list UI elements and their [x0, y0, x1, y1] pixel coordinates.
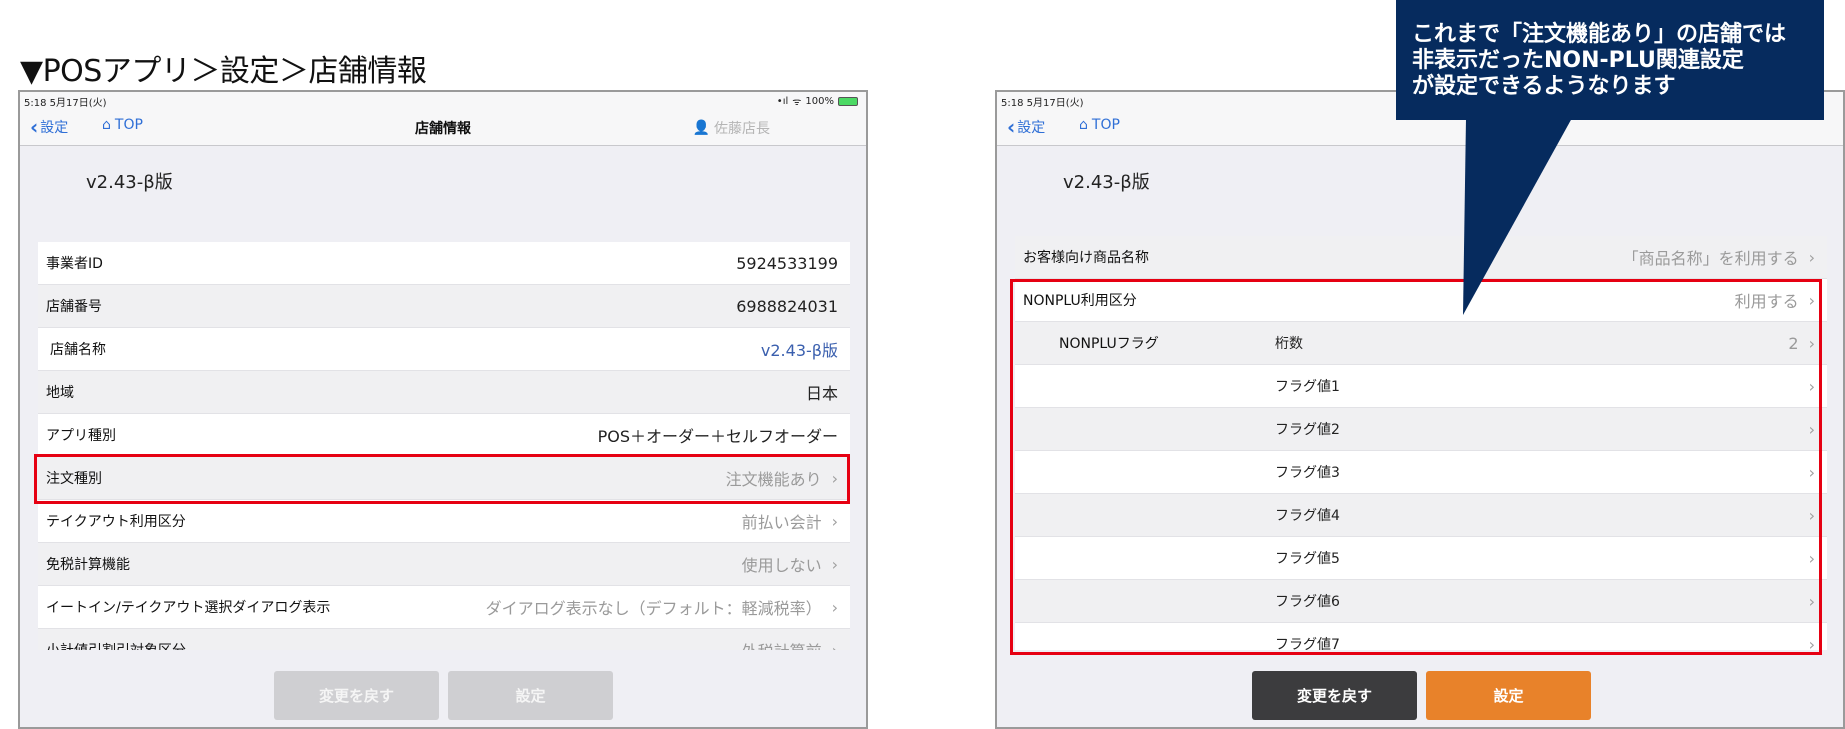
row-value: 注文機能あり: [725, 470, 822, 489]
list-row-flag-value[interactable]: フラグ値1 ›: [1015, 365, 1827, 408]
chevron-right-icon: ›: [1808, 376, 1815, 396]
row-label: 免税計算機能: [46, 557, 130, 573]
version-label: v2.43-β版: [1063, 172, 1150, 193]
callout-line-3: が設定できるようなります: [1412, 74, 1676, 99]
row-value: POS＋オーダー＋セルフオーダー: [597, 427, 838, 446]
row-label: NONPLUフラグ: [1059, 336, 1159, 352]
chevron-right-icon: ›: [1808, 634, 1815, 651]
row-sub-label: 桁数: [1275, 336, 1303, 352]
chevron-right-icon: ›: [1808, 462, 1815, 482]
list-row-dialog-display[interactable]: イートイン/テイクアウト選択ダイアログ表示 ダイアログ表示なし（デフォルト：軽減…: [38, 586, 850, 629]
chevron-left-icon: ‹: [1007, 115, 1016, 139]
row-value: 6988824031: [736, 296, 838, 316]
row-label: フラグ値3: [1275, 465, 1340, 481]
battery-icon: [838, 96, 858, 106]
chevron-right-icon: ›: [831, 640, 838, 651]
row-label: 小計値引割引対象区分: [46, 640, 186, 650]
left-device-screen: 5:18 5月17日(火) •ıl ᯤ 100% ‹ 設定 ⌂ TOP 店舗情報…: [18, 90, 868, 729]
list-row-flag-value[interactable]: フラグ値6 ›: [1015, 580, 1827, 623]
list-row-flag-value[interactable]: フラグ値2 ›: [1015, 408, 1827, 451]
row-label: フラグ値7: [1275, 637, 1340, 650]
list-row-app-type: アプリ種別 POS＋オーダー＋セルフオーダー: [38, 414, 850, 457]
battery-percent: 100%: [805, 95, 834, 107]
chevron-right-icon: ›: [1808, 290, 1815, 310]
list-row-nonplu-flag[interactable]: NONPLUフラグ 桁数 2 ›: [1015, 322, 1827, 365]
list-row-order-type[interactable]: 注文種別 注文機能あり ›: [38, 457, 850, 500]
home-icon: ⌂: [1079, 117, 1088, 133]
row-label: お客様向け商品名称: [1023, 250, 1149, 266]
row-value: 「商品名称」を利用する: [1622, 249, 1799, 268]
chevron-right-icon: ›: [831, 597, 838, 617]
status-time: 5:18 5月17日(火): [24, 98, 107, 109]
row-label: アプリ種別: [46, 428, 116, 444]
chevron-right-icon: ›: [1808, 505, 1815, 525]
top-button[interactable]: ⌂ TOP: [1079, 117, 1120, 133]
callout-line-1: これまで「注文機能あり」の店舗では: [1412, 22, 1787, 47]
list-row-flag-value[interactable]: フラグ値5 ›: [1015, 537, 1827, 580]
user-name: 佐藤店長: [714, 121, 770, 137]
row-value: 2: [1788, 333, 1799, 353]
list-row-flag-value[interactable]: フラグ値7 ›: [1015, 623, 1827, 650]
list-row-business-id: 事業者ID 5924533199: [38, 242, 850, 285]
row-label: フラグ値1: [1275, 379, 1340, 395]
list-row-tax-free[interactable]: 免税計算機能 使用しない ›: [38, 543, 850, 586]
chevron-right-icon: ›: [1808, 333, 1815, 353]
row-label: 注文種別: [46, 471, 102, 487]
row-value: v2.43-β版: [760, 341, 838, 360]
version-label: v2.43-β版: [86, 172, 173, 193]
list-row-store-number: 店舗番号 6988824031: [38, 285, 850, 328]
back-label: 設定: [1017, 120, 1046, 136]
navigation-bar: ‹ 設定 ⌂ TOP 店舗情報 👤 佐藤店長: [20, 108, 866, 146]
top-label: TOP: [1091, 117, 1120, 133]
row-label: テイクアウト利用区分: [46, 514, 186, 530]
callout-bubble: これまで「注文機能あり」の店舗では 非表示だったNON-PLU関連設定 が設定で…: [1396, 0, 1824, 120]
row-label: フラグ値5: [1275, 551, 1340, 567]
user-icon: 👤: [692, 120, 710, 136]
chevron-right-icon: ›: [831, 554, 838, 574]
list-row-flag-value[interactable]: フラグ値3 ›: [1015, 451, 1827, 494]
row-label: 地域: [46, 385, 74, 401]
row-label: イートイン/テイクアウト選択ダイアログ表示: [46, 600, 331, 616]
status-indicators: •ıl ᯤ 100%: [777, 94, 858, 108]
list-row-store-name[interactable]: 店舗名称 v2.43-β版: [38, 328, 850, 371]
row-label: フラグ値4: [1275, 508, 1340, 524]
chevron-right-icon: ›: [831, 468, 838, 488]
row-value: 外税計算前: [742, 638, 822, 650]
back-button[interactable]: ‹ 設定: [1007, 117, 1045, 137]
callout-line-2: 非表示だったNON-PLU関連設定: [1412, 48, 1744, 73]
row-label: 事業者ID: [46, 256, 103, 272]
row-value: 使用しない: [741, 556, 822, 575]
revert-button[interactable]: 変更を戻す: [274, 671, 439, 720]
row-value: 前払い会計: [741, 513, 822, 532]
status-bar: 5:18 5月17日(火) •ıl ᯤ 100%: [20, 92, 866, 109]
row-label: 店舗名称: [50, 342, 106, 358]
row-value: ダイアログ表示なし（デフォルト：軽減税率）: [485, 599, 822, 618]
store-info-list: 事業者ID 5924533199 店舗番号 6988824031 店舗名称 v2…: [38, 242, 850, 650]
row-label: フラグ値6: [1275, 594, 1340, 610]
chevron-right-icon: ›: [1808, 247, 1815, 267]
list-row-region: 地域 日本: [38, 371, 850, 414]
status-time: 5:18 5月17日(火): [1001, 98, 1084, 109]
row-value: 日本: [805, 384, 838, 403]
chevron-right-icon: ›: [831, 511, 838, 531]
list-row-flag-value[interactable]: フラグ値4 ›: [1015, 494, 1827, 537]
chevron-right-icon: ›: [1808, 591, 1815, 611]
wifi-icon: ᯤ: [792, 97, 802, 108]
row-value: 5924533199: [736, 253, 838, 273]
chevron-right-icon: ›: [1808, 419, 1815, 439]
list-row-subtotal-discount[interactable]: 小計値引割引対象区分 外税計算前 ›: [38, 629, 850, 650]
save-button[interactable]: 設定: [1426, 671, 1591, 720]
page-heading: ▼POSアプリ＞設定＞店舗情報: [20, 54, 427, 89]
row-value: 利用する: [1734, 292, 1799, 311]
row-label: 店舗番号: [46, 299, 102, 315]
revert-button[interactable]: 変更を戻す: [1252, 671, 1417, 720]
signal-icon: •ıl: [776, 95, 789, 107]
row-label: フラグ値2: [1275, 422, 1340, 438]
callout-tail: [1463, 118, 1572, 315]
row-label: NONPLU利用区分: [1023, 293, 1137, 309]
chevron-right-icon: ›: [1808, 548, 1815, 568]
save-button[interactable]: 設定: [448, 671, 613, 720]
user-indicator: 👤 佐藤店長: [693, 118, 770, 138]
list-row-takeout-usage[interactable]: テイクアウト利用区分 前払い会計 ›: [38, 500, 850, 543]
